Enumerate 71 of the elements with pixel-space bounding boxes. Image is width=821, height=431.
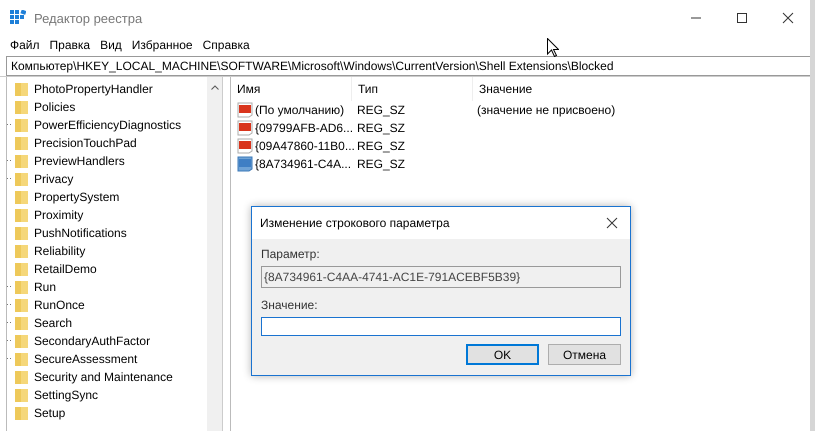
registry-app-icon xyxy=(10,10,26,26)
folder-icon xyxy=(15,118,28,132)
table-cell-text: REG_SZ xyxy=(357,103,406,117)
dialog-title: Изменение строкового параметра xyxy=(260,216,450,230)
folder-icon xyxy=(15,406,28,420)
tree-item[interactable]: SecureAssessment xyxy=(34,352,138,366)
table-cell[interactable]: {09A47860-11B0... xyxy=(255,139,355,153)
tree-item[interactable]: Setup xyxy=(34,406,66,420)
table-cell: (значение не присвоено) xyxy=(477,103,616,117)
folder-icon xyxy=(15,298,28,312)
table-cell[interactable]: (По умолчанию) xyxy=(255,103,344,117)
tree-item[interactable]: PreviewHandlers xyxy=(34,154,125,168)
folder-icon xyxy=(15,100,28,114)
tree-item[interactable]: SettingSync xyxy=(34,388,98,402)
address-bar[interactable]: Компьютер\HKEY_LOCAL_MACHINE\SOFTWARE\Microsoft\Windows\CurrentVersion\Shell Extensions\Blocked xyxy=(6,56,810,76)
scrollbar[interactable] xyxy=(207,77,223,431)
scroll-up-icon[interactable] xyxy=(210,85,218,90)
field-label: Параметр: xyxy=(261,247,321,261)
tree-item[interactable]: Security and Maintenance xyxy=(34,370,173,384)
close-icon[interactable] xyxy=(782,12,794,24)
field-label: Значение: xyxy=(261,298,319,312)
dialog-button[interactable]: Отмена xyxy=(548,344,621,365)
window-title: Редактор реестра xyxy=(34,10,142,26)
table-cell[interactable]: {8A734961-C4A... xyxy=(255,157,352,171)
menu-item[interactable]: Файл xyxy=(10,38,40,52)
tree-item[interactable]: Search xyxy=(34,316,72,330)
tree-item[interactable]: PushNotifications xyxy=(34,226,127,240)
tree-item[interactable]: RunOnce xyxy=(34,298,85,312)
folder-icon xyxy=(15,226,28,240)
tree-item[interactable]: PropertySystem xyxy=(34,190,120,204)
tree-item[interactable]: SecondaryAuthFactor xyxy=(34,334,150,348)
folder-icon xyxy=(15,208,28,222)
tree-item[interactable]: PrecisionTouchPad xyxy=(34,136,137,150)
tree-item[interactable]: Proximity xyxy=(34,208,84,222)
folder-icon xyxy=(15,334,28,348)
tree-item[interactable]: Reliability xyxy=(34,244,86,258)
maximize-icon[interactable] xyxy=(736,12,748,24)
table-cell-text: REG_SZ xyxy=(357,139,406,153)
folder-icon xyxy=(15,82,28,96)
menu-item[interactable]: Избранное xyxy=(132,38,193,52)
menu-item[interactable]: Справка xyxy=(202,38,250,52)
column-header[interactable]: Имя xyxy=(237,77,352,101)
tree-item[interactable]: PowerEfficiencyDiagnostics xyxy=(34,118,182,132)
folder-icon xyxy=(15,190,28,204)
table-cell-text: REG_SZ xyxy=(357,121,406,135)
folder-icon xyxy=(15,352,28,366)
value-field[interactable] xyxy=(261,317,621,336)
mouse-cursor-icon xyxy=(547,38,559,57)
tree-item[interactable]: RetailDemo xyxy=(34,262,97,276)
menu-item[interactable]: Вид xyxy=(100,38,122,52)
folder-icon xyxy=(15,136,28,150)
dialog-button[interactable]: OK xyxy=(466,344,539,365)
menu-item[interactable]: Правка xyxy=(50,38,90,52)
parameter-field: {8A734961-C4AA-4741-AC1E-791ACEBF5B39} xyxy=(261,266,621,288)
tree-item[interactable]: PhotoPropertyHandler xyxy=(34,82,153,96)
tree-item[interactable]: Policies xyxy=(34,100,76,114)
column-header[interactable]: Значение xyxy=(473,77,532,101)
folder-icon xyxy=(15,316,28,330)
folder-icon xyxy=(15,388,28,402)
table-cell-text: REG_SZ xyxy=(357,157,406,171)
folder-icon xyxy=(15,244,28,258)
tree-item[interactable]: Run xyxy=(34,280,56,294)
column-header[interactable]: Тип xyxy=(352,77,473,101)
table-cell[interactable]: {09799AFB-AD6... xyxy=(255,121,354,135)
folder-icon xyxy=(15,154,28,168)
folder-icon xyxy=(15,280,28,294)
folder-icon xyxy=(15,172,28,186)
folder-icon xyxy=(15,370,28,384)
tree-item[interactable]: Privacy xyxy=(34,172,74,186)
close-icon[interactable] xyxy=(606,217,618,229)
folder-icon xyxy=(15,262,28,276)
